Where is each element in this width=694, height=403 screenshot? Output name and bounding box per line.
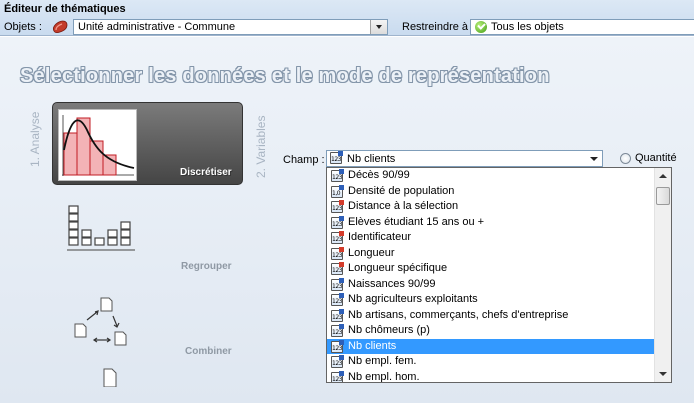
integer-field-icon: 123 xyxy=(331,308,344,322)
check-icon xyxy=(475,21,487,33)
calculated-field-icon: 123 xyxy=(331,246,344,260)
calculated-field-icon: 123 xyxy=(331,200,344,213)
title-bar: Éditeur de thématiques Objets : Unité ad… xyxy=(0,0,694,36)
list-item-label: Décès 90/99 xyxy=(348,169,410,181)
window-title: Éditeur de thématiques xyxy=(4,3,126,15)
list-item-label: Identificateur xyxy=(348,231,411,243)
champ-label: Champ : xyxy=(283,154,325,166)
list-item[interactable]: 123 Nb agriculteurs exploitants xyxy=(327,292,655,308)
champ-dropdown-list[interactable]: 123 Décès 90/99 1,0 Densité de population 12… xyxy=(326,167,672,383)
page-title: Sélectionner les données et le mode de r… xyxy=(20,65,550,87)
integer-field-icon: 123 xyxy=(331,215,344,229)
list-item-label: Nb artisans, commerçants, chefs d'entrep… xyxy=(348,308,569,321)
list-item[interactable]: 123 Nb empl. hom. xyxy=(327,370,655,383)
layer-icon[interactable] xyxy=(51,19,69,35)
chevron-down-icon[interactable] xyxy=(370,20,387,34)
list-item[interactable]: 123 Nb chômeurs (p) xyxy=(327,323,655,339)
list-item[interactable]: 123 Identificateur xyxy=(327,230,655,246)
document-icon xyxy=(102,367,118,388)
chevron-down-icon[interactable] xyxy=(586,151,602,166)
list-item[interactable]: 123 Nb artisans, commerçants, chefs d'ent… xyxy=(327,308,655,324)
integer-field-icon: 123 xyxy=(330,151,343,164)
list-item-label: Nb empl. hom. xyxy=(348,370,420,383)
list-item-label: Nb empl. fem. xyxy=(348,355,417,367)
combine-icon[interactable] xyxy=(73,296,133,351)
integer-field-icon: 123 xyxy=(331,339,344,353)
objets-label: Objets : xyxy=(4,21,42,33)
step-analyse-label: 1. Analyse xyxy=(28,111,42,167)
key-field-icon: 123 xyxy=(331,231,344,244)
list-item[interactable]: 123 Nb clients xyxy=(327,338,655,354)
integer-field-icon: 123 xyxy=(331,370,344,382)
scrollbar-thumb[interactable] xyxy=(656,187,670,205)
champ-value: Nb clients xyxy=(347,153,396,165)
list-item[interactable]: 123 Longueur xyxy=(327,246,655,262)
list-item-label: Longueur spécifique xyxy=(348,262,448,274)
list-item[interactable]: 123 Longueur spécifique xyxy=(327,261,655,277)
list-item-label: Nb agriculteurs exploitants xyxy=(348,293,478,305)
scroll-down-icon[interactable] xyxy=(655,366,671,382)
integer-field-icon: 123 xyxy=(331,324,344,337)
integer-field-icon: 123 xyxy=(331,355,344,368)
list-item-label: Elèves étudiant 15 ans ou + xyxy=(348,215,485,228)
restreindre-combo[interactable]: Tous les objets xyxy=(470,19,694,35)
list-item[interactable]: 123 Distance à la sélection xyxy=(327,199,655,215)
integer-field-icon: 123 xyxy=(331,277,344,291)
list-item[interactable]: 1,0 Densité de population xyxy=(327,184,655,200)
regroup-icon[interactable] xyxy=(67,204,143,254)
objects-toolbar: Objets : Unité administrative - Commune … xyxy=(0,19,694,36)
list-item-label: Nb chômeurs (p) xyxy=(348,324,430,336)
restreindre-value: Tous les objets xyxy=(491,21,564,33)
step-variables-label: 2. Variables xyxy=(254,115,268,178)
list-item[interactable]: 123 Elèves étudiant 15 ans ou + xyxy=(327,215,655,231)
list-item[interactable]: 123 Naissances 90/99 xyxy=(327,277,655,293)
list-item-label: Naissances 90/99 xyxy=(348,277,436,290)
list-item[interactable]: 123 Décès 90/99 xyxy=(327,168,655,184)
dropdown-scrollbar[interactable] xyxy=(654,168,671,382)
mode-label-discretiser: Discrétiser xyxy=(180,167,232,178)
scroll-up-icon[interactable] xyxy=(655,168,671,184)
objets-combo[interactable]: Unité administrative - Commune xyxy=(73,19,388,35)
calculated-field-icon: 123 xyxy=(331,262,344,275)
list-item-label: Distance à la sélection xyxy=(348,200,459,212)
list-item-label: Densité de population xyxy=(348,184,455,197)
list-item[interactable]: 123 Nb empl. fem. xyxy=(327,354,655,370)
integer-field-icon: 123 xyxy=(331,169,344,182)
champ-combo[interactable]: 123 Nb clients xyxy=(326,150,603,167)
quantite-radio[interactable] xyxy=(620,153,631,164)
objets-value: Unité administrative - Commune xyxy=(78,21,236,33)
mode-label-regrouper[interactable]: Regrouper xyxy=(181,261,232,272)
list-item-label: Longueur xyxy=(348,246,395,259)
histogram-icon xyxy=(58,109,137,181)
restreindre-label: Restreindre à : xyxy=(402,21,475,33)
mode-label-combiner[interactable]: Combiner xyxy=(185,346,232,357)
integer-field-icon: 123 xyxy=(331,293,344,306)
quantite-label[interactable]: Quantité xyxy=(635,152,677,164)
list-item-label: Nb clients xyxy=(348,339,397,352)
dropdown-items: 123 Décès 90/99 1,0 Densité de population 12… xyxy=(327,168,655,383)
decimal-field-icon: 1,0 xyxy=(331,184,344,198)
